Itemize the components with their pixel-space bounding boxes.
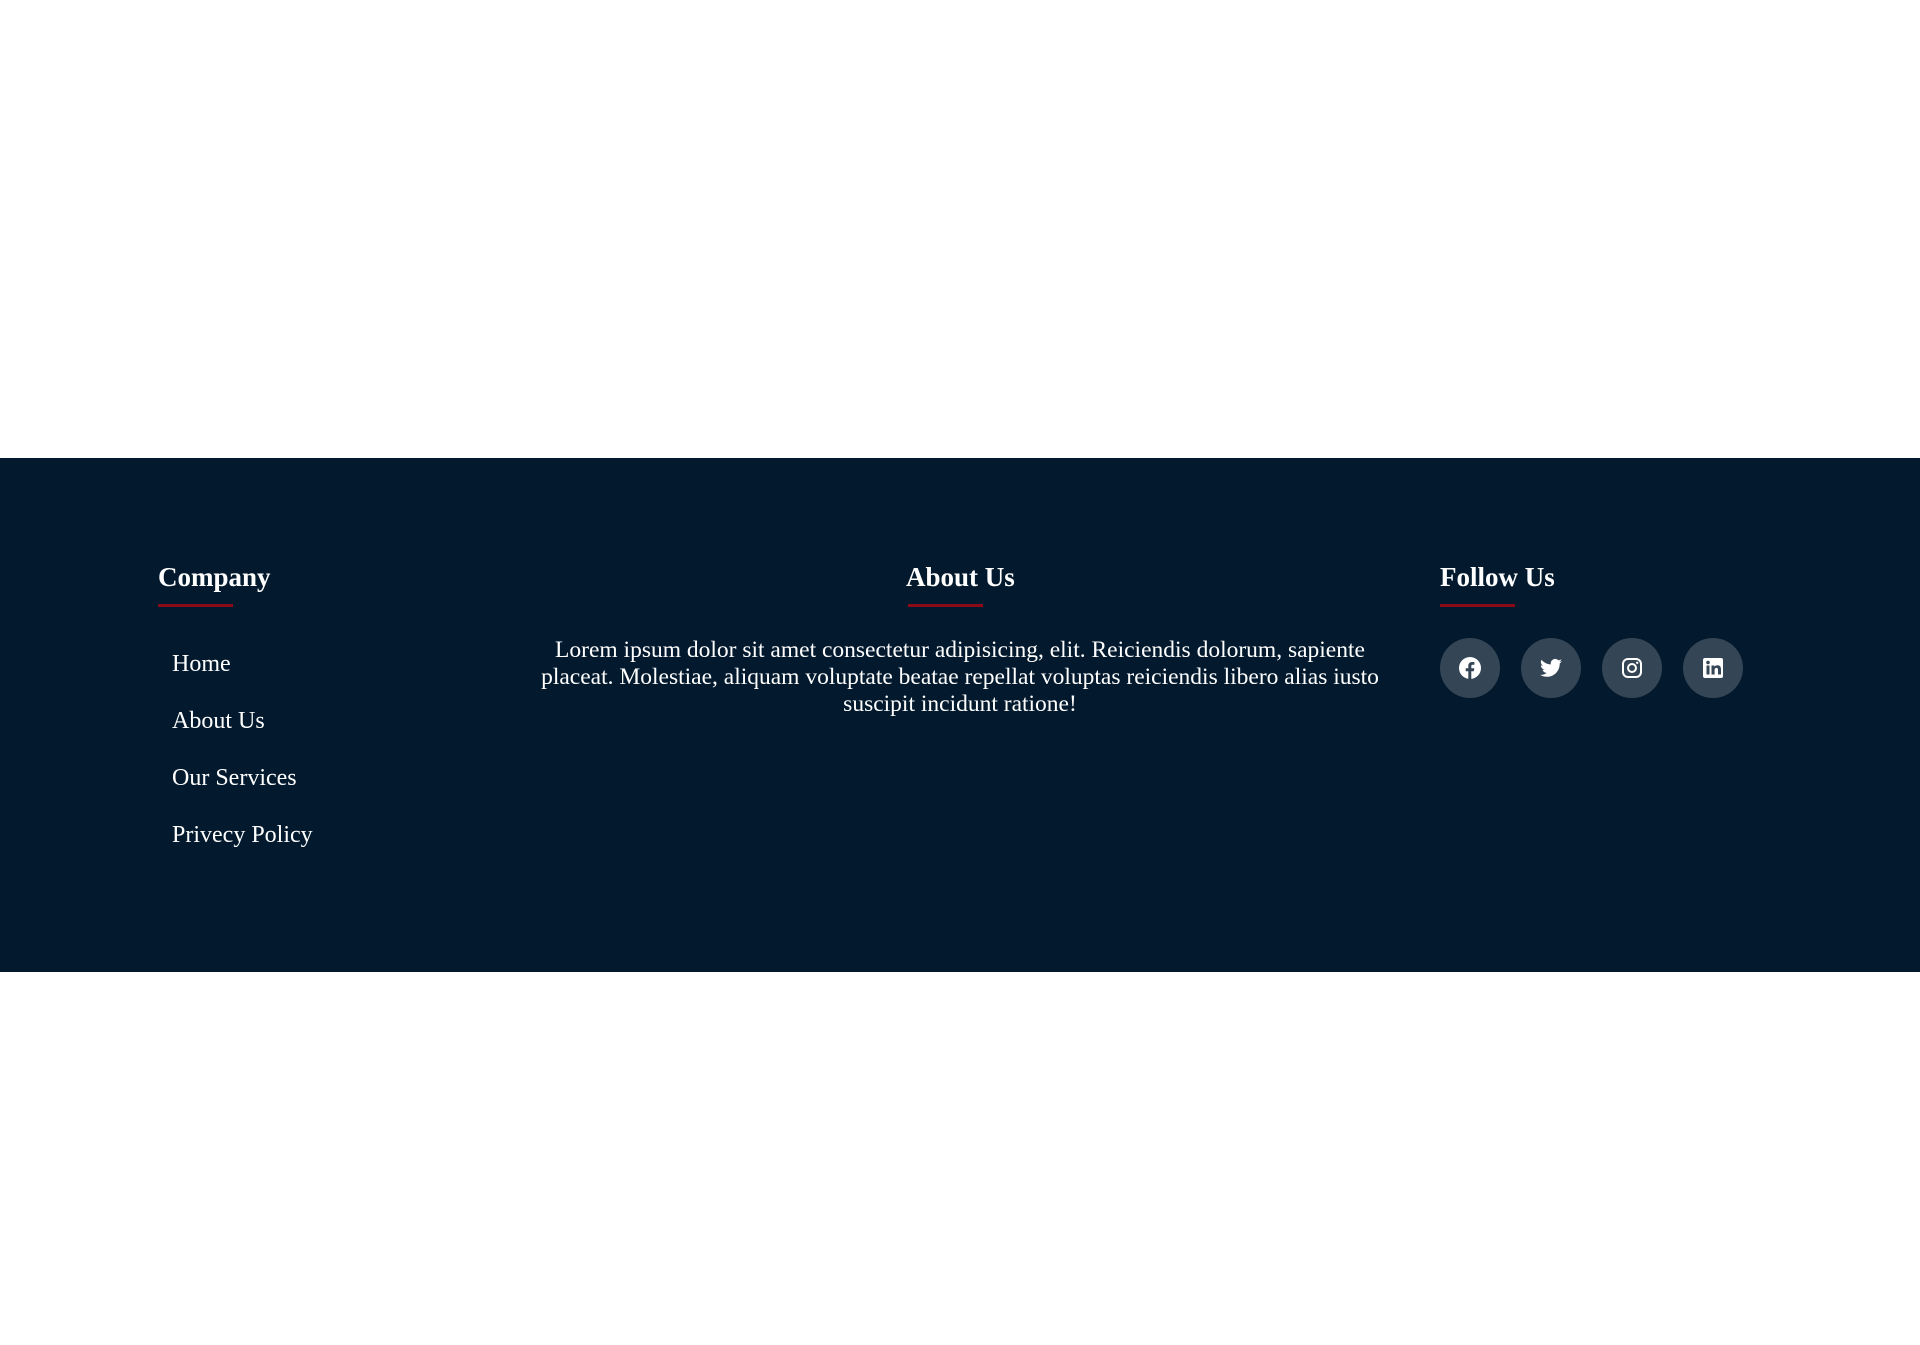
twitter-button[interactable]: [1521, 638, 1581, 698]
about-heading: About Us: [906, 562, 1015, 592]
about-heading-underline: [908, 604, 983, 607]
footer-link-privacy-policy[interactable]: Privecy Policy: [172, 823, 313, 880]
about-description: Lorem ipsum dolor sit amet consectetur a…: [541, 637, 1379, 717]
linkedin-button[interactable]: [1683, 638, 1743, 698]
company-heading: Company: [158, 562, 271, 592]
follow-heading-underline: [1440, 604, 1515, 607]
footer-link-our-services[interactable]: Our Services: [172, 766, 313, 823]
company-heading-underline: [158, 604, 233, 607]
instagram-button[interactable]: [1602, 638, 1662, 698]
company-links: Home About Us Our Services Privecy Polic…: [172, 652, 313, 880]
follow-heading: Follow Us: [1440, 562, 1555, 592]
facebook-icon: [1458, 656, 1482, 680]
linkedin-icon: [1701, 656, 1725, 680]
facebook-button[interactable]: [1440, 638, 1500, 698]
footer-link-about-us[interactable]: About Us: [172, 709, 313, 766]
instagram-icon: [1620, 656, 1644, 680]
twitter-icon: [1539, 656, 1563, 680]
social-links: [1440, 638, 1743, 698]
site-footer: Company Home About Us Our Services Prive…: [0, 458, 1920, 972]
footer-link-home[interactable]: Home: [172, 652, 313, 709]
